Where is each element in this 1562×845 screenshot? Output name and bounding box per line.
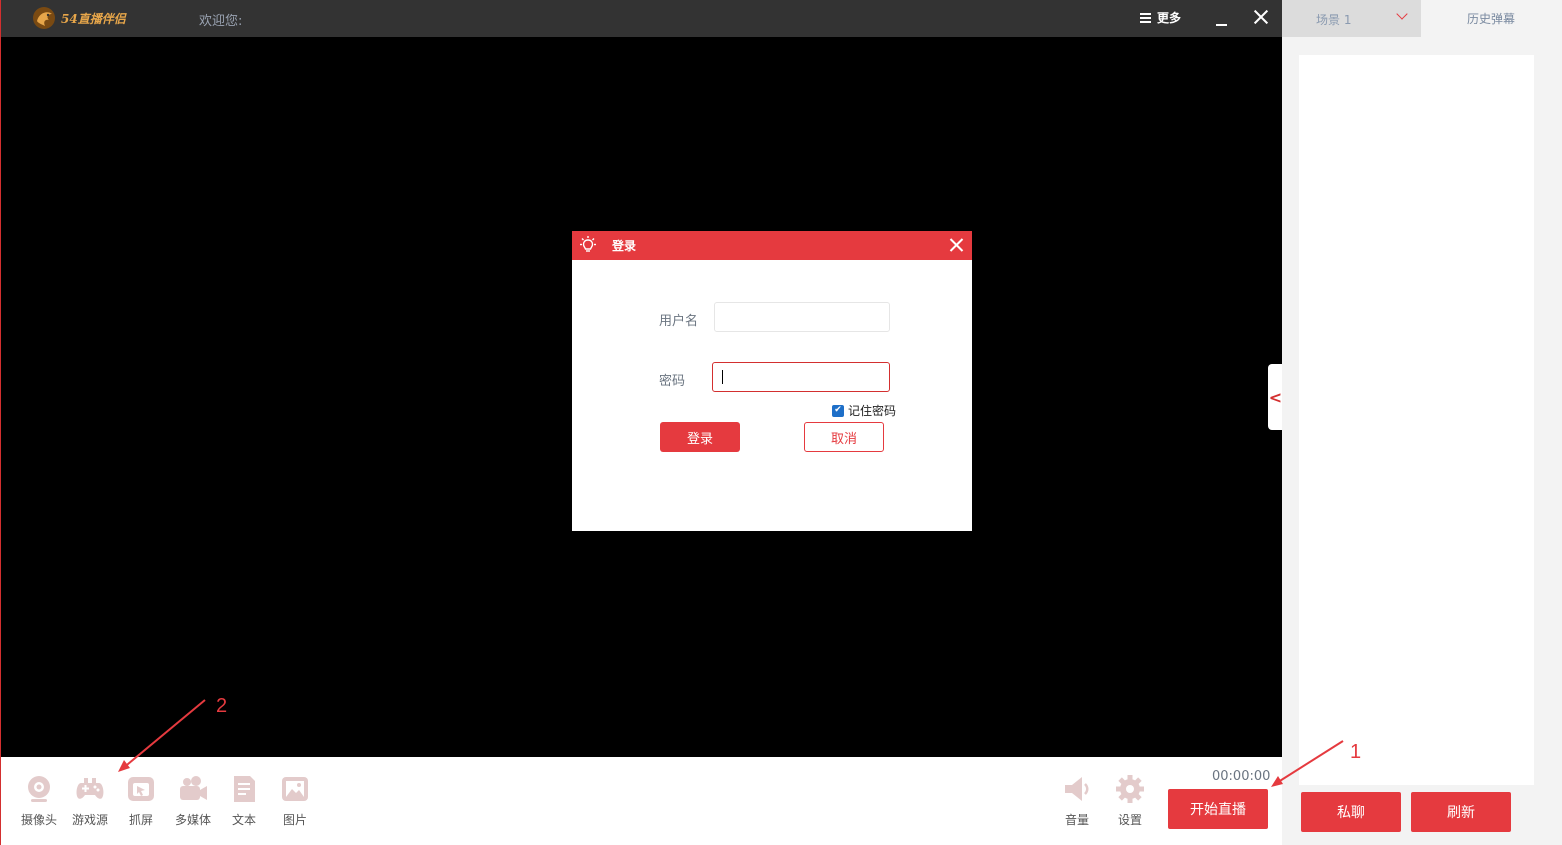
source-webcam-button[interactable]: 摄像头 [14,774,64,828]
gamepad-icon [76,778,104,799]
minimize-button[interactable] [1213,9,1231,27]
chevron-down-icon [1396,8,1408,20]
remember-label: 记住密码 [848,404,897,418]
start-live-button[interactable]: 开始直播 [1168,789,1268,829]
volume-button[interactable]: 音量 [1052,774,1102,828]
dialog-header: 登录 [572,231,972,260]
annotation-number-1: 1 [1350,741,1362,763]
settings-label: 设置 [1117,813,1142,827]
source-screen-capture-button[interactable]: 抓屏 [116,774,166,828]
app-logo: 54直播伴侣 [31,5,126,31]
image-icon [282,777,308,801]
source-label: 图片 [282,813,307,827]
dialog-title: 登录 [612,239,637,253]
live-timer: 00:00:00 [1212,769,1271,784]
danmaku-list[interactable] [1299,55,1534,785]
source-game-button[interactable]: 游戏源 [65,774,115,828]
username-label: 用户名 [659,314,699,329]
main-window: 54直播伴侣 欢迎您: 更多 < 登录 用户名 密码 ✔ 记住密码 登录 取消 [0,0,1283,845]
lightbulb-icon [580,236,596,252]
annotation-number-2: 2 [216,695,228,717]
checkmark-icon: ✔ [832,404,844,417]
title-bar: 54直播伴侣 欢迎您: 更多 [1,0,1282,37]
speaker-icon [1065,777,1089,801]
tab-history-danmaku[interactable]: 历史弹幕 [1421,0,1562,37]
history-tab-label: 历史弹幕 [1467,12,1516,26]
refresh-button[interactable]: 刷新 [1411,792,1511,832]
source-label: 游戏源 [71,813,108,827]
gear-icon [1116,775,1144,803]
tab-scene[interactable]: 场景 1 [1282,0,1421,37]
dragon-logo-icon [33,7,55,29]
login-dialog: 登录 用户名 密码 ✔ 记住密码 登录 取消 [572,231,972,531]
right-sidebar: 场景 1 历史弹幕 私聊 刷新 [1282,0,1562,845]
collapse-sidebar-button[interactable]: < [1268,364,1283,430]
password-label: 密码 [659,374,686,389]
more-menu-button[interactable]: 更多 [1140,9,1181,26]
source-label: 摄像头 [20,813,57,827]
window-close-button[interactable] [1251,7,1271,27]
source-label: 文本 [231,813,256,827]
webcam-icon [28,776,50,802]
settings-button[interactable]: 设置 [1105,774,1155,828]
cancel-button[interactable]: 取消 [804,422,884,452]
login-button[interactable]: 登录 [660,422,740,452]
source-image-button[interactable]: 图片 [270,774,320,828]
chevron-left-icon: < [1268,387,1283,407]
source-label: 多媒体 [174,813,211,827]
screen-capture-icon [128,777,154,801]
source-label: 抓屏 [128,813,153,827]
scene-tab-label: 场景 1 [1316,13,1352,27]
source-text-button[interactable]: 文本 [219,774,269,828]
video-camera-icon [180,776,207,800]
document-icon [234,776,255,802]
password-input[interactable] [712,362,890,392]
logo-text: 54直播伴侣 [61,11,126,26]
remember-password-checkbox[interactable]: ✔ 记住密码 [832,402,896,419]
more-label: 更多 [1157,11,1182,25]
username-input[interactable] [714,302,890,332]
private-chat-button[interactable]: 私聊 [1301,792,1401,832]
text-caret [722,370,723,384]
dialog-close-icon[interactable] [948,237,965,254]
source-media-button[interactable]: 多媒体 [168,774,218,828]
volume-label: 音量 [1064,813,1089,827]
welcome-text: 欢迎您: [199,14,243,29]
menu-icon [1140,12,1151,23]
